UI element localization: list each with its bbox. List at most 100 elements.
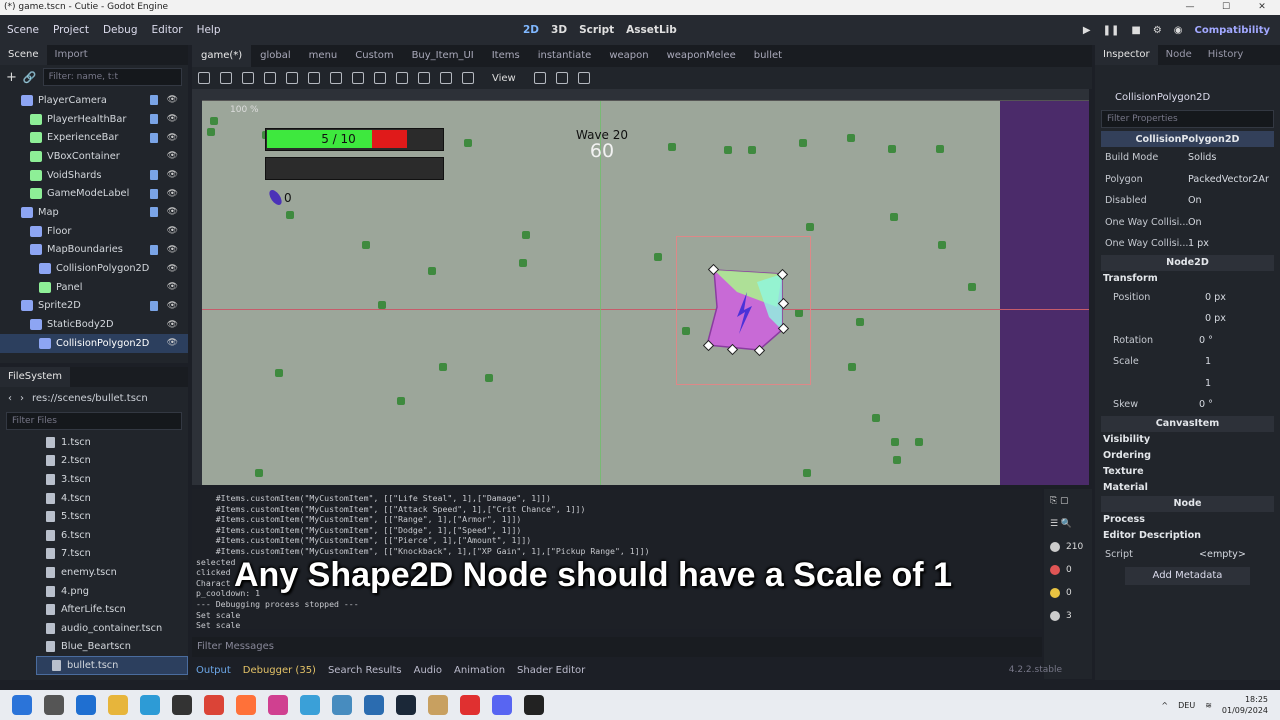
- canvas-section[interactable]: Visibility: [1095, 432, 1280, 448]
- clock[interactable]: 18:25 01/09/2024: [1222, 694, 1268, 716]
- workspace-2d[interactable]: 2D: [523, 24, 539, 36]
- scene-tab[interactable]: Buy_Item_UI: [403, 45, 483, 67]
- property-row[interactable]: One Way Collisi... 1 px: [1095, 233, 1280, 255]
- visibility-eye-icon[interactable]: 👁: [167, 170, 178, 180]
- scene-tree-row[interactable]: Map 👁: [0, 203, 188, 222]
- visibility-eye-icon[interactable]: 👁: [167, 189, 178, 199]
- menu-debug[interactable]: Debug: [96, 24, 145, 36]
- script-icon[interactable]: [150, 300, 158, 311]
- smart-snap-icon[interactable]: [374, 72, 386, 84]
- obs-icon[interactable]: [524, 695, 544, 715]
- file-item[interactable]: 1.tscn: [0, 433, 188, 452]
- workspace-3d[interactable]: 3D: [551, 24, 567, 36]
- visibility-eye-icon[interactable]: 👁: [167, 133, 178, 143]
- app4-icon[interactable]: [300, 695, 320, 715]
- script-value[interactable]: <empty>: [1199, 549, 1246, 560]
- property-row[interactable]: One Way Collisi... On: [1095, 212, 1280, 234]
- scene-tree-row[interactable]: VoidShards 👁: [0, 166, 188, 185]
- collision-polygon[interactable]: [697, 262, 792, 359]
- canvas-section[interactable]: Ordering: [1095, 448, 1280, 464]
- node-section[interactable]: Editor Description: [1095, 528, 1280, 544]
- tab-import[interactable]: Import: [47, 45, 96, 65]
- menu-help[interactable]: Help: [190, 24, 228, 36]
- fs-path[interactable]: res://scenes/bullet.tscn: [32, 393, 148, 404]
- firefox-icon[interactable]: [236, 695, 256, 715]
- errors-count[interactable]: 0: [1044, 558, 1092, 581]
- visibility-eye-icon[interactable]: 👁: [167, 226, 178, 236]
- transform-x-value[interactable]: 0 px: [1205, 292, 1226, 303]
- discord-icon[interactable]: [492, 695, 512, 715]
- scene-tab[interactable]: menu: [300, 45, 347, 67]
- file-item[interactable]: 4.png: [0, 582, 188, 601]
- scene-tree-row[interactable]: ExperienceBar 👁: [0, 128, 188, 147]
- shrink-icon[interactable]: [577, 72, 590, 84]
- visibility-eye-icon[interactable]: 👁: [167, 95, 178, 105]
- transform-value[interactable]: 0 °: [1199, 399, 1213, 410]
- minimize-button[interactable]: —: [1172, 0, 1208, 15]
- visibility-eye-icon[interactable]: 👁: [167, 282, 178, 292]
- scene-tab[interactable]: Custom: [346, 45, 402, 67]
- visibility-eye-icon[interactable]: 👁: [167, 245, 178, 255]
- scene-tab[interactable]: Items: [483, 45, 529, 67]
- tab-animation[interactable]: Animation: [450, 665, 509, 676]
- tab-debugger[interactable]: Debugger (35): [239, 665, 320, 676]
- tab-search-results[interactable]: Search Results: [324, 665, 406, 676]
- app2-icon[interactable]: [172, 695, 192, 715]
- back-icon[interactable]: ‹: [8, 393, 12, 404]
- maximize-button[interactable]: ☐: [1208, 0, 1244, 15]
- canvas-section[interactable]: Texture: [1095, 464, 1280, 480]
- transform-row[interactable]: Rotation 0 °: [1095, 330, 1280, 352]
- scene-tree-row[interactable]: MapBoundaries 👁: [0, 241, 188, 260]
- inspected-node[interactable]: CollisionPolygon2D: [1095, 87, 1280, 107]
- move-tool-icon[interactable]: [220, 72, 232, 84]
- file-item[interactable]: 2.tscn: [0, 452, 188, 471]
- node-section[interactable]: Process: [1095, 512, 1280, 528]
- app3-icon[interactable]: [268, 695, 288, 715]
- bone-icon[interactable]: [462, 72, 474, 84]
- center-icon[interactable]: [533, 72, 546, 84]
- scene-tree-row[interactable]: Floor 👁: [0, 222, 188, 241]
- workspace-script[interactable]: Script: [579, 24, 614, 36]
- transform-y-value[interactable]: 1: [1205, 378, 1211, 389]
- pause-icon[interactable]: ❚❚: [1103, 25, 1120, 36]
- canvas-viewport[interactable]: 100 % 5 / 10 Wave 20 60 0: [192, 89, 1089, 485]
- script-icon[interactable]: [150, 188, 158, 199]
- scene-tree-row[interactable]: CollisionPolygon2D 👁: [0, 259, 188, 278]
- tab-inspector[interactable]: Inspector: [1095, 45, 1158, 65]
- file-item[interactable]: 3.tscn: [0, 470, 188, 489]
- app5-icon[interactable]: [364, 695, 384, 715]
- editor-messages-count[interactable]: 3: [1044, 604, 1092, 627]
- file-item[interactable]: 4.tscn: [0, 489, 188, 508]
- app-icon[interactable]: [140, 695, 160, 715]
- property-value[interactable]: PackedVector2Ar: [1188, 174, 1269, 185]
- script-icon[interactable]: [150, 207, 158, 218]
- steam-icon[interactable]: [396, 695, 416, 715]
- property-row[interactable]: Polygon PackedVector2Ar: [1095, 169, 1280, 191]
- add-metadata-button[interactable]: Add Metadata: [1125, 567, 1250, 585]
- link-icon[interactable]: 🔗: [23, 71, 37, 84]
- canvas-section[interactable]: Material: [1095, 480, 1280, 496]
- stop-icon[interactable]: ■: [1131, 25, 1140, 36]
- workspace-assetlib[interactable]: AssetLib: [626, 24, 677, 36]
- explorer-icon[interactable]: [108, 695, 128, 715]
- grid-snap-icon[interactable]: [396, 72, 408, 84]
- select-tool-icon[interactable]: [198, 72, 210, 84]
- transform-row[interactable]: Skew 0 °: [1095, 394, 1280, 416]
- visibility-eye-icon[interactable]: 👁: [167, 301, 178, 311]
- script-icon[interactable]: [150, 244, 158, 255]
- file-item[interactable]: 5.tscn: [0, 507, 188, 526]
- messages-count[interactable]: 210: [1044, 535, 1092, 558]
- godot-icon[interactable]: [332, 695, 352, 715]
- tab-scene[interactable]: Scene: [0, 45, 47, 65]
- movie-icon[interactable]: ◉: [1174, 25, 1183, 36]
- property-value[interactable]: Solids: [1188, 152, 1216, 163]
- search-icon[interactable]: ☰ 🔍: [1044, 512, 1092, 535]
- expand-icon[interactable]: [555, 72, 568, 84]
- file-item[interactable]: 7.tscn: [0, 545, 188, 564]
- ruler-tool-icon[interactable]: [352, 72, 364, 84]
- script-icon[interactable]: [150, 132, 158, 143]
- transform-row[interactable]: Scale 1: [1095, 351, 1280, 373]
- outlook-icon[interactable]: [76, 695, 96, 715]
- script-icon[interactable]: [150, 114, 158, 125]
- add-node-icon[interactable]: +: [6, 70, 17, 85]
